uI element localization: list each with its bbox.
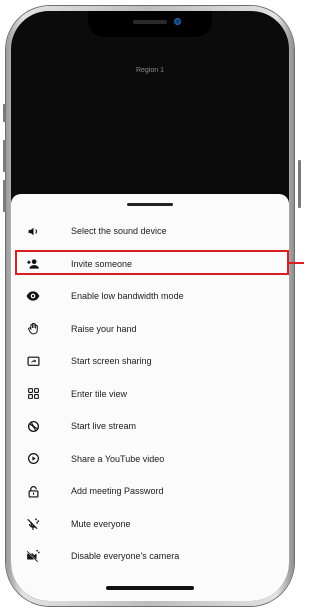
menu-item-screen-sharing[interactable]: Start screen sharing: [11, 345, 289, 378]
menu-item-mute-everyone[interactable]: Mute everyone: [11, 508, 289, 541]
side-button: [3, 104, 6, 122]
speaker-icon: [26, 224, 40, 238]
notch: [88, 11, 212, 37]
drag-handle[interactable]: [127, 203, 173, 206]
menu-item-raise-hand[interactable]: Raise your hand: [11, 313, 289, 346]
menu-item-label: Enter tile view: [71, 388, 128, 399]
camera-off-icon: [26, 549, 40, 563]
screen-share-icon: [26, 354, 40, 368]
side-button: [298, 160, 301, 208]
menu-item-label: Start live stream: [71, 421, 137, 432]
lock-icon: [26, 484, 40, 498]
region-label: Region 1: [135, 67, 165, 74]
front-camera-icon: [174, 18, 181, 25]
menu-item-label: Disable everyone's camera: [71, 551, 180, 562]
menu-item-label: Select the sound device: [71, 226, 167, 237]
phone-screen: Region 1 Select the sound device Invite …: [11, 11, 289, 601]
menu-item-share-youtube[interactable]: Share a YouTube video: [11, 443, 289, 476]
live-stream-icon: [26, 419, 40, 433]
menu-item-label: Add meeting Password: [71, 486, 164, 497]
menu-item-label: Enable low bandwidth mode: [71, 291, 184, 302]
menu-item-select-sound-device[interactable]: Select the sound device: [11, 215, 289, 248]
menu-item-disable-cameras[interactable]: Disable everyone's camera: [11, 540, 289, 573]
menu-item-add-password[interactable]: Add meeting Password: [11, 475, 289, 508]
menu-item-live-stream[interactable]: Start live stream: [11, 410, 289, 443]
menu-item-label: Start screen sharing: [71, 356, 152, 367]
menu-item-label: Raise your hand: [71, 323, 137, 334]
earpiece-speaker: [133, 20, 167, 24]
menu-item-label: Mute everyone: [71, 518, 131, 529]
menu-item-low-bandwidth[interactable]: Enable low bandwidth mode: [11, 280, 289, 313]
tile-grid-icon: [26, 387, 40, 401]
mute-everyone-icon: [26, 517, 40, 531]
menu-item-label: Share a YouTube video: [71, 453, 165, 464]
side-button: [3, 140, 6, 172]
side-button: [3, 180, 6, 212]
play-circle-icon: [26, 452, 40, 466]
eye-icon: [26, 289, 40, 303]
hand-icon: [26, 322, 40, 336]
menu-item-tile-view[interactable]: Enter tile view: [11, 378, 289, 411]
highlight-pointer-line: [289, 262, 304, 264]
home-indicator: [106, 586, 194, 590]
highlight-box-invite-someone: [15, 250, 289, 275]
